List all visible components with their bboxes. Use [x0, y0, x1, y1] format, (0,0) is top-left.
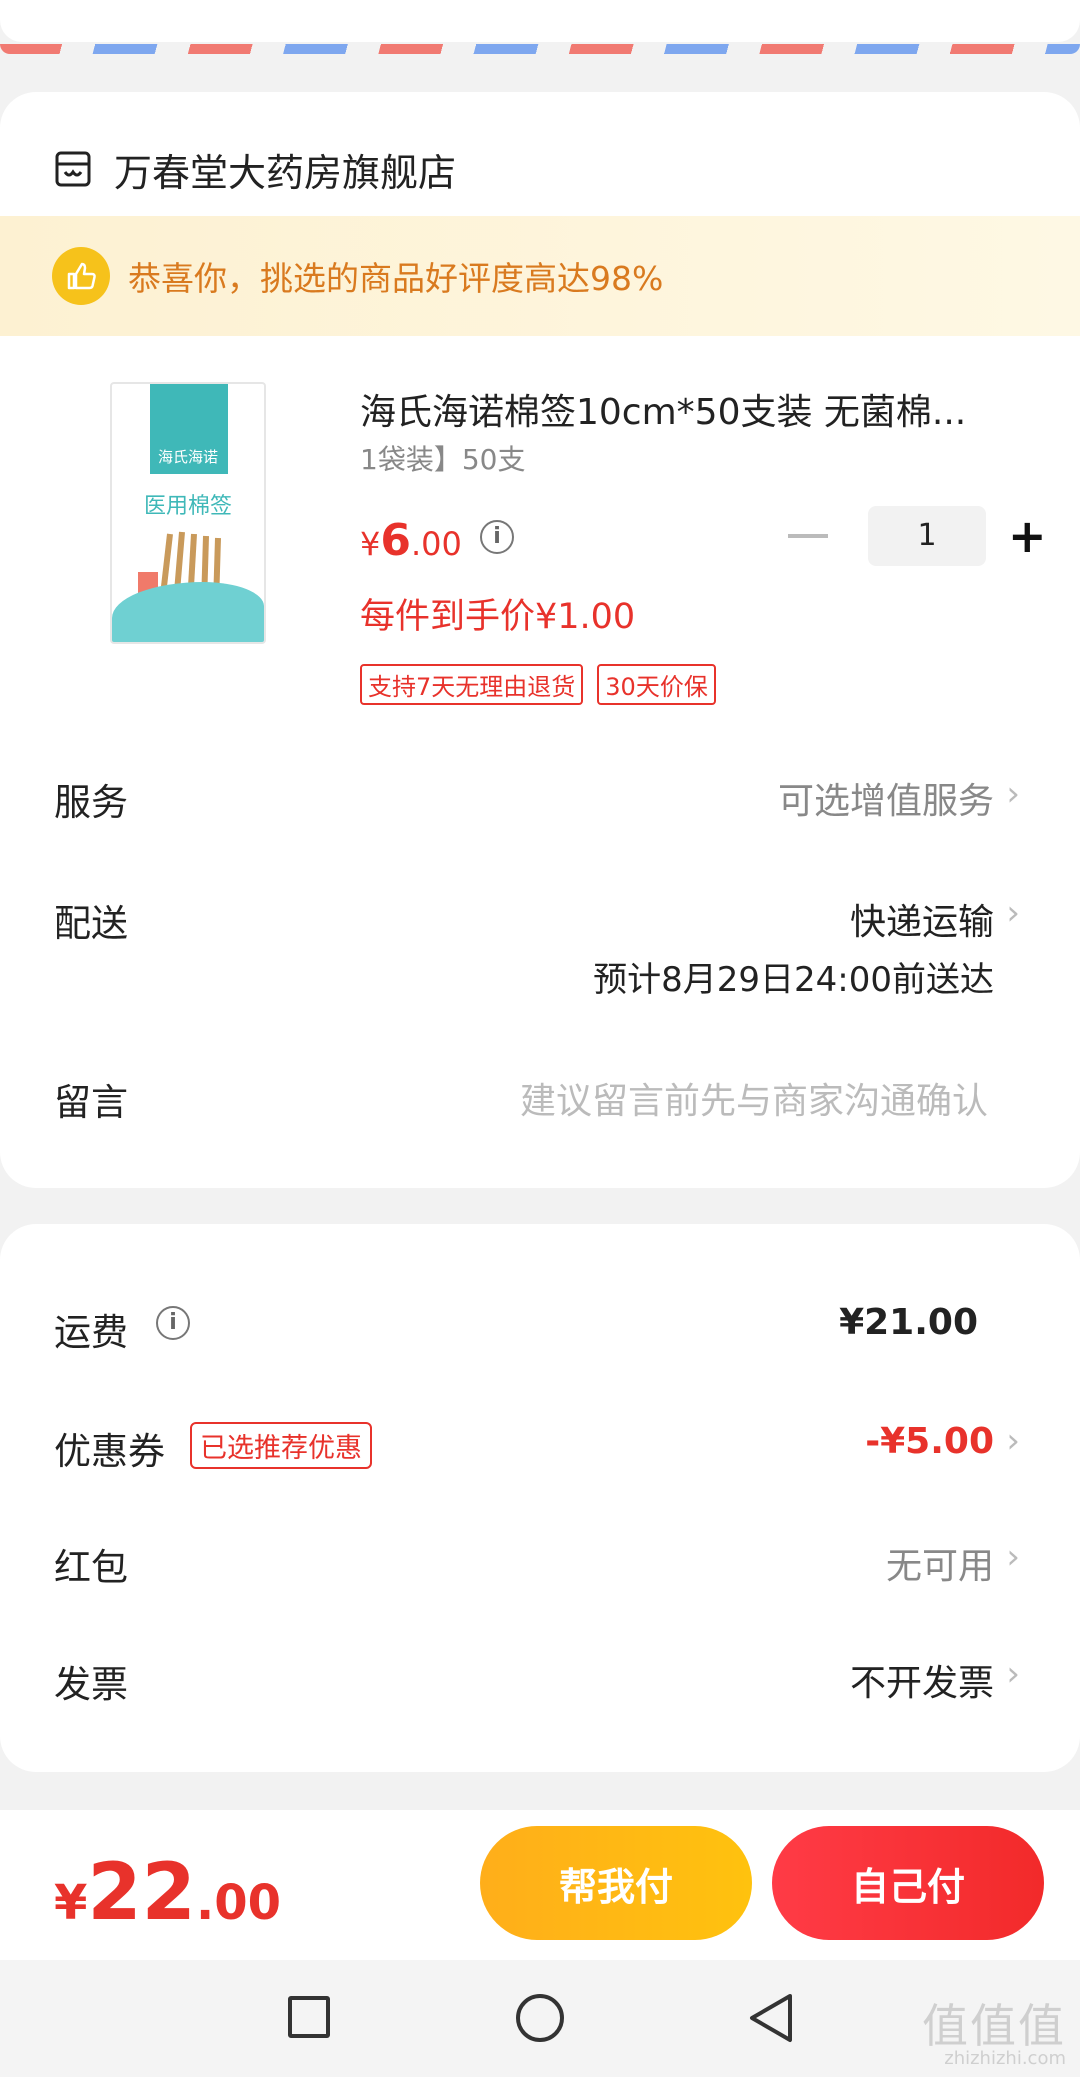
- back-icon[interactable]: [746, 1992, 796, 2044]
- home-icon[interactable]: [516, 1994, 564, 2042]
- quantity-stepper: 1 +: [788, 506, 1047, 566]
- coupon-tag: 已选推荐优惠: [190, 1422, 372, 1469]
- product-price: ¥ 6 .00: [360, 515, 462, 566]
- message-input[interactable]: 建议留言前先与商家沟通确认: [520, 1072, 988, 1124]
- service-chevron-icon[interactable]: ›: [1006, 774, 1020, 814]
- package-brand: 海氏海诺: [157, 448, 218, 466]
- watermark-logo: 值值值: [922, 1999, 1066, 2053]
- product-image[interactable]: 海氏海诺 医用棉签: [110, 382, 266, 644]
- shipping-fee-value: ¥21.00: [839, 1302, 978, 1343]
- message-label: 留言: [54, 1081, 128, 1124]
- rating-notice: 恭喜你，挑选的商品好评度高达98%: [0, 216, 1080, 336]
- invoice-value[interactable]: 不开发票: [850, 1654, 994, 1706]
- red-packet-label: 红包: [54, 1546, 128, 1589]
- product-title[interactable]: 海氏海诺棉签10cm*50支装 无菌棉...: [360, 383, 1000, 435]
- price-decimal: .00: [410, 525, 462, 563]
- airmail-stripes: [0, 44, 1080, 54]
- shop-icon: [55, 151, 91, 187]
- address-card-bottom: [0, 0, 1080, 42]
- coupon-label: 优惠券: [54, 1430, 165, 1473]
- price-integer: 6: [380, 515, 411, 566]
- total-decimal: .00: [195, 1875, 281, 1931]
- shipping-fee-label: 运费: [54, 1311, 128, 1354]
- coupon-value[interactable]: -¥5.00: [865, 1421, 994, 1462]
- shipping-info-icon[interactable]: i: [156, 1306, 190, 1340]
- coupon-chevron-icon[interactable]: ›: [1006, 1421, 1020, 1461]
- price-info-icon[interactable]: i: [480, 520, 514, 554]
- watermark-url: zhizhizhi.com: [944, 2048, 1066, 2069]
- invoice-label: 发票: [54, 1663, 128, 1706]
- delivery-label: 配送: [54, 902, 128, 945]
- self-pay-button[interactable]: 自己付: [772, 1826, 1044, 1940]
- package-wave: [112, 582, 264, 642]
- red-packet-chevron-icon[interactable]: ›: [1006, 1537, 1020, 1577]
- tag-price-protect: 30天价保: [597, 664, 716, 705]
- service-label: 服务: [54, 781, 128, 824]
- thumbs-up-icon: [52, 247, 110, 305]
- total-integer: 22: [87, 1848, 196, 1938]
- delivery-chevron-icon[interactable]: ›: [1006, 893, 1020, 933]
- system-nav-bar: 值值值 zhizhizhi.com: [0, 1960, 1080, 2077]
- price-currency: ¥: [360, 525, 381, 563]
- total-price: ¥ 22 .00: [54, 1848, 281, 1938]
- shop-name: 万春堂大药房旗舰店: [114, 150, 457, 195]
- delivery-eta: 预计8月29日24:00前送达: [593, 960, 994, 1000]
- red-packet-value[interactable]: 无可用: [886, 1537, 994, 1589]
- service-tags: 支持7天无理由退货 30天价保: [360, 664, 730, 705]
- package-category: 医用棉签: [143, 494, 232, 519]
- notice-text: 恭喜你，挑选的商品好评度高达98%: [128, 259, 664, 298]
- recent-apps-icon[interactable]: [288, 1996, 330, 2038]
- tag-return-policy: 支持7天无理由退货: [360, 664, 584, 705]
- delivery-value[interactable]: 快递运输: [850, 893, 994, 945]
- unit-price: 每件到手价¥1.00: [360, 597, 636, 637]
- increase-button[interactable]: +: [1008, 513, 1047, 559]
- invoice-chevron-icon[interactable]: ›: [1006, 1654, 1020, 1694]
- decrease-button[interactable]: [788, 534, 828, 538]
- shop-header[interactable]: 万春堂大药房旗舰店: [54, 132, 456, 206]
- quantity-value[interactable]: 1: [868, 506, 986, 566]
- service-value[interactable]: 可选增值服务: [778, 772, 994, 824]
- product-spec[interactable]: 1袋装】50支: [360, 438, 525, 478]
- checkout-bar: ¥ 22 .00 帮我付 自己付: [0, 1810, 1080, 1960]
- total-currency: ¥: [54, 1875, 88, 1931]
- airmail-border: [0, 0, 1080, 58]
- order-item-card: 万春堂大药房旗舰店 恭喜你，挑选的商品好评度高达98% 海氏海诺 医用棉签: [0, 92, 1080, 1188]
- help-pay-button[interactable]: 帮我付: [480, 1826, 752, 1940]
